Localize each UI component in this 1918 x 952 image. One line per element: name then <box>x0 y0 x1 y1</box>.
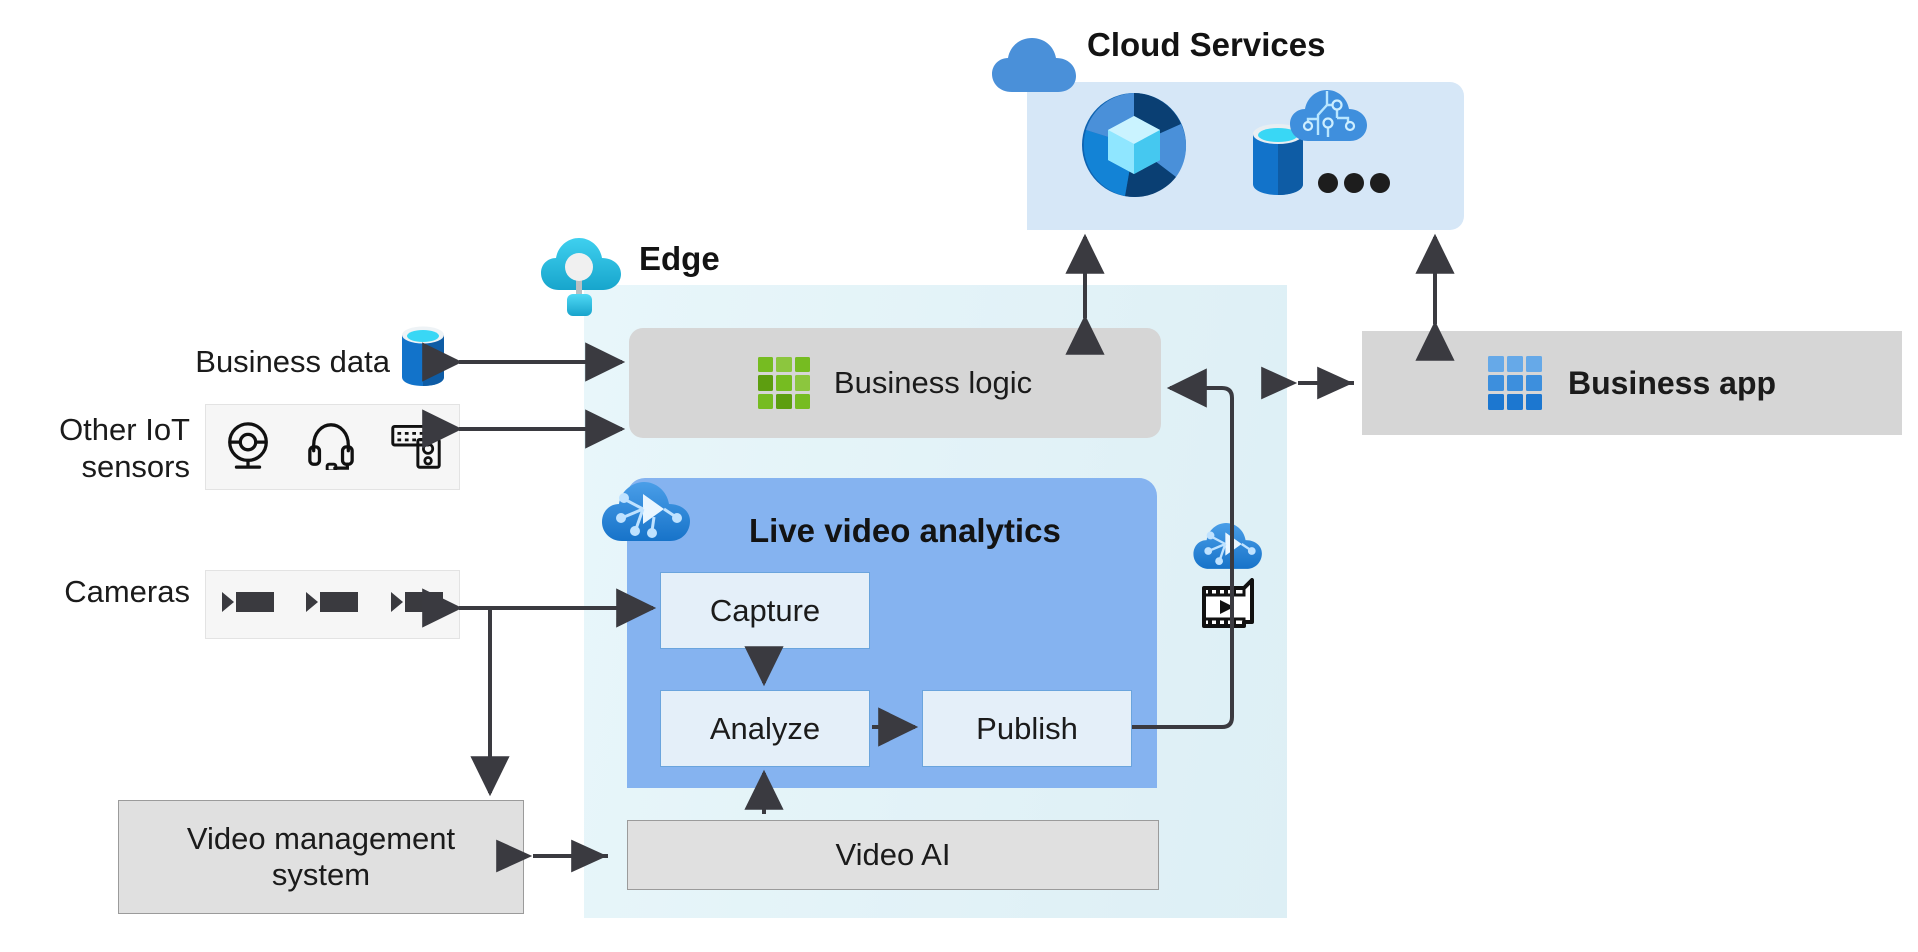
video-camera-icon <box>220 586 276 623</box>
business-logic-label: Business logic <box>833 365 1033 400</box>
video-ai-label: Video AI <box>835 837 951 872</box>
cloud-icon <box>992 34 1080 96</box>
capture-label: Capture <box>709 592 821 628</box>
other-iot-sensors-tray[interactable] <box>205 404 460 490</box>
iot-edge-module-grid-icon <box>757 357 810 409</box>
business-app-box[interactable]: Business app <box>1362 331 1902 435</box>
vms-label-line2: system <box>271 857 371 892</box>
business-app-grid-icon <box>1487 356 1542 410</box>
live-video-analytics-cloud-icon <box>602 473 696 545</box>
cameras-tray[interactable] <box>205 570 460 639</box>
other-iot-sensors-label: Other IoT sensors <box>30 412 190 485</box>
architecture-diagram: Cloud Services Edge Business logic Live … <box>0 0 1918 952</box>
live-video-analytics-cloud-icon-secondary <box>1193 516 1267 572</box>
analyze-label: Analyze <box>709 710 821 746</box>
database-cylinder-icon <box>400 325 446 387</box>
live-video-analytics-title: Live video analytics <box>749 512 1061 549</box>
video-ai-box[interactable]: Video AI <box>627 820 1159 890</box>
business-data-label: Business data <box>195 344 390 379</box>
capture-box[interactable]: Capture <box>660 572 870 649</box>
keypad-device-icon <box>390 420 442 475</box>
vms-label-line1: Video management <box>186 821 456 856</box>
ellipsis-icon <box>1318 172 1390 194</box>
publish-label: Publish <box>976 710 1078 746</box>
other-iot-sensors-label-line2: sensors <box>81 448 190 484</box>
webcam-icon <box>223 420 273 475</box>
publish-box[interactable]: Publish <box>922 690 1132 767</box>
analyze-box[interactable]: Analyze <box>660 690 870 767</box>
cloud-services-title: Cloud Services <box>1087 26 1326 63</box>
business-app-label: Business app <box>1567 364 1777 401</box>
edge-title: Edge <box>639 240 720 277</box>
business-logic-box[interactable]: Business logic <box>629 328 1161 438</box>
iot-edge-cloud-icon <box>541 232 633 318</box>
headset-icon <box>306 420 356 475</box>
cameras-label: Cameras <box>64 574 190 609</box>
video-management-system-box[interactable]: Video management system <box>118 800 524 914</box>
video-camera-icon <box>389 586 445 623</box>
film-strip-icon <box>1200 578 1260 630</box>
other-iot-sensors-label-line1: Other IoT <box>59 412 190 447</box>
azure-machine-learning-cloud-icon <box>1290 85 1368 145</box>
azure-video-analyzer-icon <box>1081 92 1187 198</box>
video-camera-icon <box>304 586 360 623</box>
